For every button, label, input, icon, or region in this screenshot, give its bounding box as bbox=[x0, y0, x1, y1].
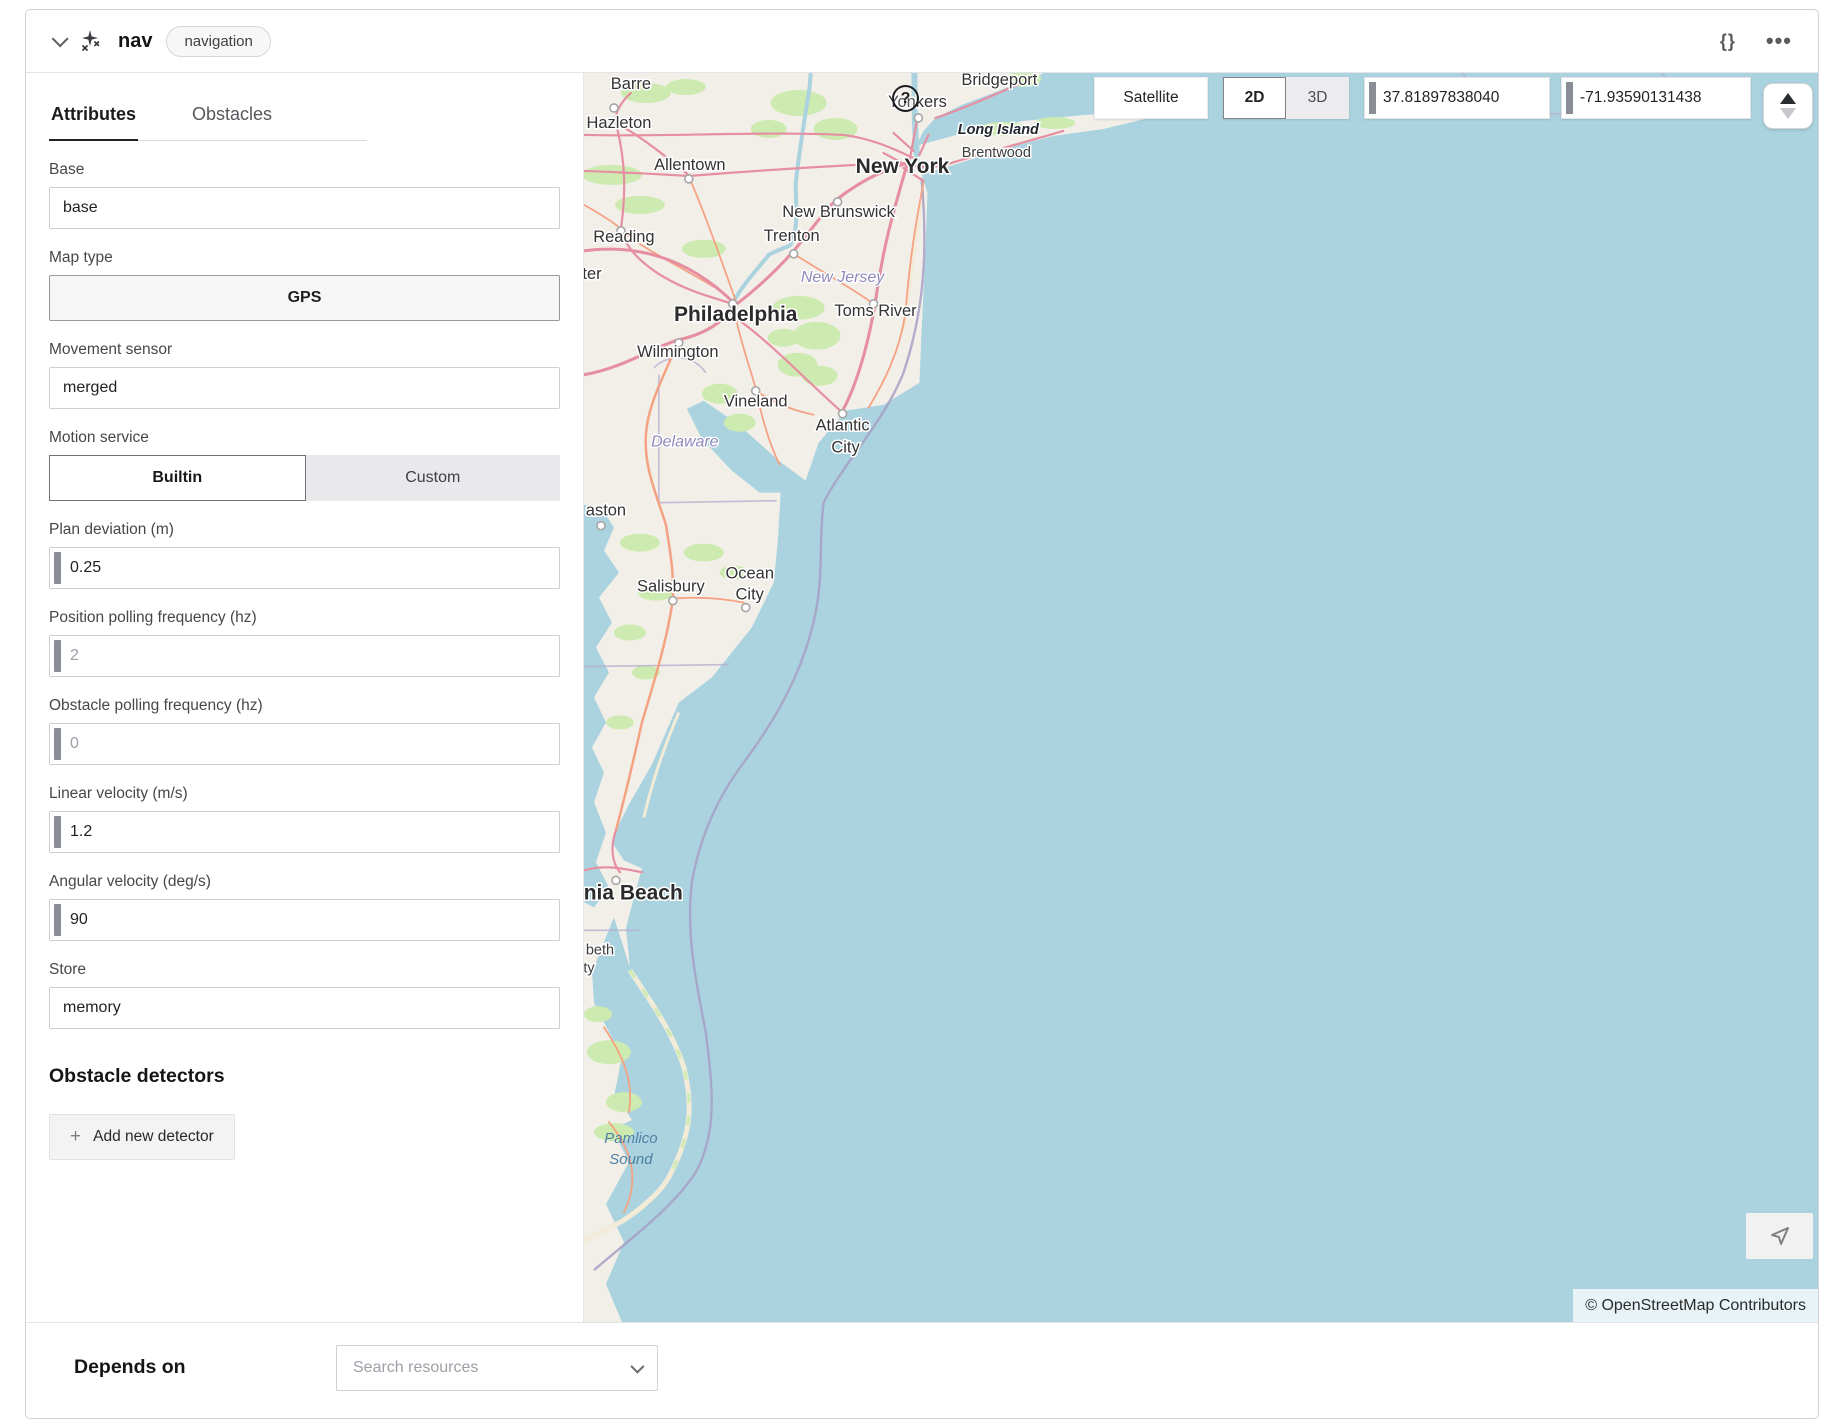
position-polling-input[interactable]: 2 bbox=[49, 635, 560, 677]
map-label: City bbox=[736, 586, 765, 604]
map-2d-button[interactable]: 2D bbox=[1223, 77, 1286, 119]
plan-deviation-label: Plan deviation (m) bbox=[49, 521, 560, 539]
town-dot bbox=[790, 250, 798, 258]
depends-on-section: Depends on Search resources bbox=[26, 1322, 1818, 1418]
add-detector-button[interactable]: + Add new detector bbox=[49, 1114, 235, 1160]
map-type-label: Map type bbox=[49, 249, 560, 267]
map-attribution: © OpenStreetMap Contributors bbox=[1573, 1289, 1818, 1322]
linear-velocity-input[interactable]: 1.2 bbox=[49, 811, 560, 853]
card-header: nav navigation {} ••• bbox=[26, 10, 1818, 73]
map-label: Pamlico bbox=[604, 1130, 657, 1147]
map-label: Philadelphia bbox=[674, 303, 798, 326]
linear-velocity-label: Linear velocity (m/s) bbox=[49, 785, 560, 803]
map-view[interactable]: BarreHazletonAllentownReadingterYonkersN… bbox=[584, 73, 1818, 1322]
navigation-service-icon bbox=[78, 28, 104, 54]
map-label: Vineland bbox=[724, 393, 788, 411]
coordinate-stepper[interactable] bbox=[1763, 83, 1813, 129]
collapse-chevron-icon[interactable] bbox=[52, 30, 69, 47]
motion-service-builtin[interactable]: Builtin bbox=[49, 455, 306, 501]
map-label: Delaware bbox=[651, 434, 719, 451]
map-canvas: BarreHazletonAllentownReadingterYonkersN… bbox=[584, 73, 1818, 1322]
map-label: Ocean bbox=[725, 565, 774, 583]
longitude-input[interactable]: -71.93590131438 bbox=[1561, 77, 1751, 119]
map-label: City bbox=[831, 439, 860, 457]
map-label: Long Island bbox=[958, 122, 1040, 138]
step-up-icon bbox=[1780, 93, 1796, 104]
recenter-button[interactable] bbox=[1746, 1213, 1813, 1259]
map-3d-button[interactable]: 3D bbox=[1286, 77, 1349, 119]
town-dot bbox=[610, 104, 618, 112]
town-dot bbox=[685, 175, 693, 183]
movement-sensor-label: Movement sensor bbox=[49, 341, 560, 359]
depends-on-select[interactable]: Search resources bbox=[336, 1345, 658, 1391]
motion-service-toggle: Builtin Custom bbox=[49, 455, 560, 501]
map-label: Sound bbox=[609, 1151, 653, 1168]
resource-title: nav bbox=[118, 30, 152, 53]
obstacle-polling-input[interactable]: 0 bbox=[49, 723, 560, 765]
depends-on-heading: Depends on bbox=[74, 1356, 336, 1379]
motion-service-label: Motion service bbox=[49, 429, 560, 447]
map-label: Reading bbox=[593, 228, 654, 246]
code-braces-icon[interactable]: {} bbox=[1720, 31, 1736, 52]
map-label: Wilmington bbox=[637, 343, 718, 361]
map-label: ginia Beach bbox=[584, 881, 683, 904]
map-label: aston bbox=[586, 502, 626, 520]
base-label: Base bbox=[49, 161, 560, 179]
map-label: beth bbox=[586, 942, 614, 958]
map-label: Barre bbox=[611, 75, 651, 93]
store-input[interactable]: memory bbox=[49, 987, 560, 1029]
map-label: New Jersey bbox=[801, 269, 885, 286]
town-dot bbox=[669, 597, 677, 605]
latitude-input[interactable]: 37.81897838040 bbox=[1364, 77, 1550, 119]
navigate-icon bbox=[1768, 1224, 1792, 1248]
tab-obstacles[interactable]: Obstacles bbox=[190, 100, 274, 141]
plus-icon: + bbox=[70, 1126, 81, 1148]
base-input[interactable]: base bbox=[49, 187, 560, 229]
town-dot bbox=[914, 114, 922, 122]
map-type-gps-button[interactable]: GPS bbox=[49, 275, 560, 321]
map-label: Hazleton bbox=[586, 114, 651, 132]
map-label: Toms River bbox=[834, 302, 917, 320]
map-label: Bridgeport bbox=[961, 73, 1037, 89]
plan-deviation-input[interactable]: 0.25 bbox=[49, 547, 560, 589]
satellite-toggle-button[interactable]: Satellite bbox=[1094, 77, 1208, 119]
map-help-button[interactable]: ? bbox=[892, 85, 919, 112]
movement-sensor-input[interactable]: merged bbox=[49, 367, 560, 409]
chevron-down-icon bbox=[630, 1359, 644, 1373]
resource-card: nav navigation {} ••• Attributes Obstacl… bbox=[25, 9, 1819, 1419]
map-label: Brentwood bbox=[962, 145, 1031, 161]
map-label: ty bbox=[584, 960, 595, 976]
motion-service-custom[interactable]: Custom bbox=[306, 455, 561, 501]
town-dot bbox=[597, 522, 605, 530]
ellipsis-menu-icon[interactable]: ••• bbox=[1766, 36, 1792, 46]
map-label: New York bbox=[856, 155, 950, 178]
config-panel: Attributes Obstacles Base base Map type … bbox=[26, 73, 584, 1322]
angular-velocity-label: Angular velocity (deg/s) bbox=[49, 873, 560, 891]
map-label: New Brunswick bbox=[782, 203, 895, 221]
tab-bar: Attributes Obstacles bbox=[49, 99, 367, 141]
map-label: Trenton bbox=[764, 227, 820, 245]
position-polling-label: Position polling frequency (hz) bbox=[49, 609, 560, 627]
tab-attributes[interactable]: Attributes bbox=[49, 100, 138, 141]
map-label: Atlantic bbox=[816, 417, 870, 435]
map-label: Salisbury bbox=[637, 578, 705, 596]
map-label: ter bbox=[584, 265, 602, 283]
obstacle-polling-label: Obstacle polling frequency (hz) bbox=[49, 697, 560, 715]
obstacle-detectors-heading: Obstacle detectors bbox=[49, 1065, 560, 1088]
angular-velocity-input[interactable]: 90 bbox=[49, 899, 560, 941]
step-down-icon bbox=[1780, 108, 1796, 119]
town-dot bbox=[742, 604, 750, 612]
map-label: Allentown bbox=[654, 156, 725, 174]
resource-type-badge: navigation bbox=[166, 26, 270, 57]
store-label: Store bbox=[49, 961, 560, 979]
